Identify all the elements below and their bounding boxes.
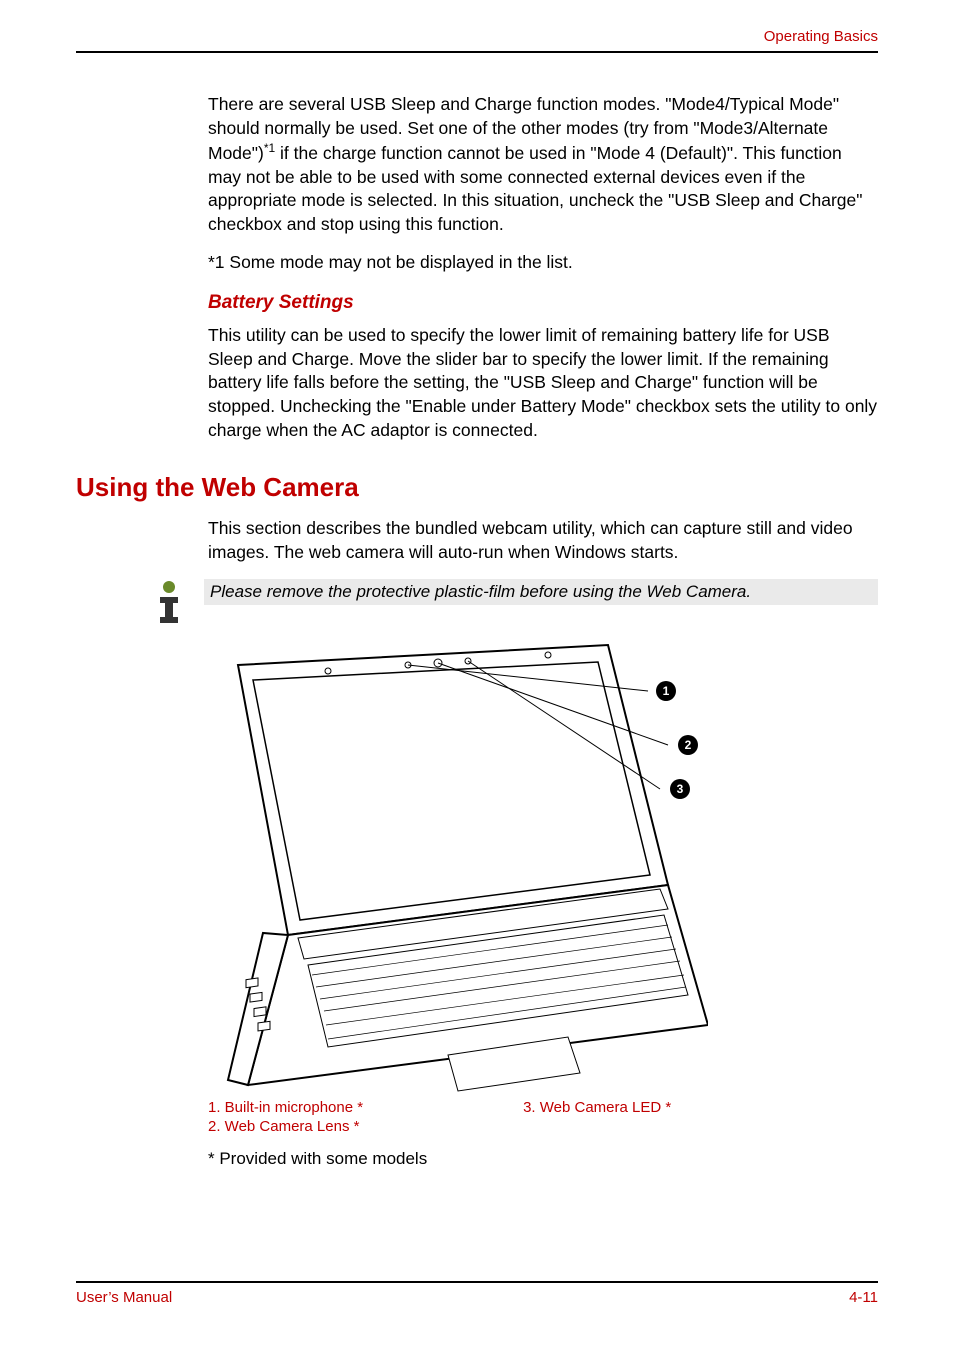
note-block: Please remove the protective plastic-fil… xyxy=(76,579,878,623)
p1-part-b: if the charge function cannot be used in… xyxy=(208,143,862,234)
info-icon xyxy=(150,579,188,623)
subheading-battery-settings: Battery Settings xyxy=(208,292,878,314)
paragraph-footnote-1: *1 Some mode may not be displayed in the… xyxy=(208,251,878,275)
legend-item-2: 2. Web Camera Lens * xyxy=(208,1118,363,1135)
legend-item-1: 1. Built-in microphone * xyxy=(208,1099,363,1116)
legend-item-3: 3. Web Camera LED * xyxy=(523,1099,671,1116)
callout-1-icon: 1 xyxy=(656,681,676,701)
laptop-illustration: 1 2 3 xyxy=(208,635,708,1095)
paragraph-battery-settings: This utility can be used to specify the … xyxy=(208,324,878,442)
p1-superscript: *1 xyxy=(264,141,275,155)
paragraph-usb-modes: There are several USB Sleep and Charge f… xyxy=(208,93,878,237)
footer-left: User’s Manual xyxy=(76,1289,172,1306)
header-section-title: Operating Basics xyxy=(76,28,878,45)
asterisk-note: * Provided with some models xyxy=(208,1149,878,1169)
paragraph-web-camera-intro: This section describes the bundled webca… xyxy=(208,517,878,564)
note-text: Please remove the protective plastic-fil… xyxy=(204,579,878,605)
footer-rule xyxy=(76,1281,878,1283)
figure-legend: 1. Built-in microphone * 2. Web Camera L… xyxy=(208,1099,878,1135)
callout-2-icon: 2 xyxy=(678,735,698,755)
page-footer: User’s Manual 4-11 xyxy=(76,1281,878,1306)
laptop-svg xyxy=(208,635,708,1095)
callout-3-icon: 3 xyxy=(670,779,690,799)
header-rule xyxy=(76,51,878,53)
footer-page-number: 4-11 xyxy=(849,1289,878,1306)
heading-web-camera: Using the Web Camera xyxy=(76,472,878,503)
